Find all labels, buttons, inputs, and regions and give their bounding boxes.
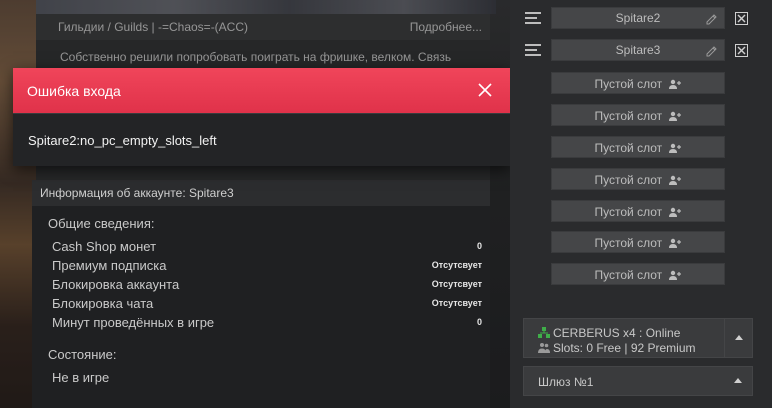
empty-slot-row: Пустой слот	[510, 263, 772, 285]
info-row-cash: Cash Shop монет 0	[52, 239, 482, 257]
empty-slot-button[interactable]: Пустой слот	[551, 168, 725, 190]
empty-slot-label: Пустой слот	[594, 140, 663, 155]
empty-slot-row: Пустой слот	[510, 168, 772, 190]
info-row-minutes: Минут проведённых в игре 0	[52, 315, 482, 333]
info-label: Минут проведённых в игре	[52, 315, 215, 330]
gateway-label: Шлюз №1	[538, 375, 594, 389]
delete-character-button[interactable]	[735, 12, 748, 25]
close-icon	[478, 83, 492, 97]
empty-slot-button[interactable]: Пустой слот	[551, 72, 725, 94]
info-value: Отсутсвует	[431, 279, 482, 289]
background-area: Гильдии / Guilds | -=Chaos=-(ACC) Подроб…	[0, 0, 510, 408]
add-user-icon	[669, 143, 682, 153]
info-value: 0	[476, 317, 482, 327]
server-slots: Slots: 0 Free | 92 Premium	[538, 341, 696, 355]
empty-slot-button[interactable]: Пустой слот	[551, 263, 725, 285]
dialog-header: Ошибка входа	[13, 68, 511, 113]
server-network-icon	[538, 327, 550, 338]
login-error-dialog: Ошибка входа Spitare2:no_pc_empty_slots_…	[13, 68, 511, 166]
drag-handle-icon[interactable]	[525, 12, 541, 24]
add-user-icon	[669, 270, 682, 280]
close-dialog-button[interactable]	[475, 80, 495, 100]
state-heading: Состояние:	[48, 347, 117, 362]
empty-slot-label: Пустой слот	[594, 172, 663, 187]
empty-slot-label: Пустой слот	[594, 108, 663, 123]
add-user-icon	[669, 111, 682, 121]
character-name: Spitare2	[615, 11, 661, 25]
empty-slot-row: Пустой слот	[510, 200, 772, 222]
server-status-text: CERBERUS x4 : Online	[553, 326, 681, 340]
info-value: Отсутсвует	[431, 260, 482, 270]
character-slot-button[interactable]: Spitare3	[551, 39, 725, 61]
info-label: Блокировка чата	[52, 296, 154, 311]
server-slots-text: Slots: 0 Free | 92 Premium	[553, 341, 696, 355]
info-value: 0	[476, 241, 482, 251]
server-dropdown-button[interactable]	[724, 319, 752, 357]
server-selector[interactable]: CERBERUS x4 : Online Slots: 0 Free | 92 …	[523, 318, 753, 358]
empty-slot-label: Пустой слот	[594, 267, 663, 282]
close-icon	[737, 46, 746, 55]
server-status: CERBERUS x4 : Online	[538, 326, 680, 340]
gateway-selector[interactable]: Шлюз №1	[523, 366, 753, 396]
slot-row-1: Spitare2	[510, 7, 772, 29]
empty-slot-button[interactable]: Пустой слот	[551, 104, 725, 126]
info-value: Отсутсвует	[431, 298, 482, 308]
info-row-premium: Премиум подписка Отсутсвует	[52, 258, 482, 276]
account-info-title: Информация об аккаунте: Spitare3	[32, 180, 490, 206]
add-user-icon	[669, 207, 682, 217]
error-message: Spitare2:no_pc_empty_slots_left	[28, 133, 217, 148]
info-label: Блокировка аккаунта	[52, 277, 180, 292]
users-icon	[538, 343, 550, 353]
empty-slot-row: Пустой слот	[510, 72, 772, 94]
empty-slot-label: Пустой слот	[594, 235, 663, 250]
character-name: Spitare3	[615, 43, 661, 57]
state-value: Не в игре	[52, 370, 110, 385]
close-icon	[737, 14, 746, 23]
empty-slot-row: Пустой слот	[510, 231, 772, 253]
character-slot-button[interactable]: Spitare2	[551, 7, 725, 29]
empty-slot-button[interactable]: Пустой слот	[551, 231, 725, 253]
empty-slot-button[interactable]: Пустой слот	[551, 136, 725, 158]
info-label: Cash Shop монет	[52, 239, 157, 254]
info-row-chat-ban: Блокировка чата Отсутсвует	[52, 296, 482, 314]
slot-row-2: Spitare3	[510, 39, 772, 61]
dialog-body: Spitare2:no_pc_empty_slots_left	[13, 113, 511, 166]
info-label: Премиум подписка	[52, 258, 167, 273]
info-row-account-ban: Блокировка аккаунта Отсутсвует	[52, 277, 482, 295]
chevron-up-icon	[735, 335, 743, 340]
rename-icon[interactable]	[706, 13, 718, 25]
delete-character-button[interactable]	[735, 44, 748, 57]
state-row: Не в игре	[52, 370, 482, 388]
add-user-icon	[669, 175, 682, 185]
empty-slot-row: Пустой слот	[510, 136, 772, 158]
rename-icon[interactable]	[706, 45, 718, 57]
gateway-dropdown-button[interactable]	[724, 367, 752, 395]
dialog-title: Ошибка входа	[27, 83, 121, 99]
add-user-icon	[669, 79, 682, 89]
add-user-icon	[669, 238, 682, 248]
chevron-up-icon	[734, 378, 742, 383]
drag-handle-icon[interactable]	[525, 44, 541, 56]
empty-slot-label: Пустой слот	[594, 204, 663, 219]
empty-slot-row: Пустой слот	[510, 104, 772, 126]
empty-slot-label: Пустой слот	[594, 76, 663, 91]
character-slots-sidebar: Spitare2 Spitare3 Пустой слот Пустой сло…	[510, 0, 772, 408]
empty-slot-button[interactable]: Пустой слот	[551, 200, 725, 222]
account-info-panel: Информация об аккаунте: Spitare3 Общие с…	[32, 180, 490, 408]
general-info-heading: Общие сведения:	[48, 216, 155, 231]
